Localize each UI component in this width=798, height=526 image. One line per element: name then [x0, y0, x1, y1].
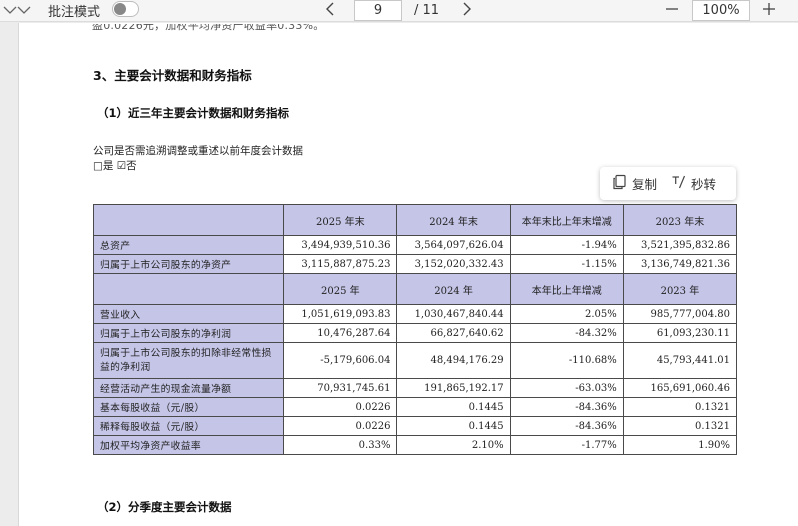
table-action-popup: 复制 秒转: [600, 167, 736, 200]
value-cell: 66,827,640.62: [396, 323, 511, 343]
value-cell: 191,865,192.17: [396, 378, 511, 398]
section-heading: 3、主要会计数据和财务指标: [93, 68, 252, 83]
header-cell: 2025 年末: [283, 204, 398, 236]
value-cell: -63.03%: [509, 378, 624, 398]
value-cell: -84.36%: [509, 416, 624, 436]
value-cell: 48,494,176.29: [396, 342, 511, 379]
table-row: 基本每股收益（元/股） 0.0226 0.1445 -84.36% 0.1321: [92, 397, 738, 417]
restatement-question: 公司是否需追溯调整或重述以前年度会计数据: [93, 145, 303, 157]
next-subsection-heading: （2）分季度主要会计数据: [97, 500, 232, 514]
minus-icon[interactable]: [663, 0, 681, 18]
chevron-right-icon[interactable]: [458, 0, 476, 18]
value-cell: -1.94%: [509, 235, 624, 255]
value-cell: -110.68%: [509, 342, 624, 379]
header-cell: 本年末比上年末增减: [509, 204, 624, 236]
value-cell: 3,136,749,821.36: [622, 254, 738, 274]
value-cell: 3,115,887,875.23: [283, 254, 398, 274]
chevron-left-icon[interactable]: [322, 0, 340, 18]
row-label: 总资产: [92, 235, 285, 255]
table-row: 归属于上市公司股东的净利润 10,476,287.64 66,827,640.6…: [92, 323, 738, 343]
value-cell: 0.1445: [396, 397, 511, 417]
value-cell: 0.33%: [283, 435, 398, 455]
table-row: 稀释每股收益（元/股） 0.0226 0.1445 -84.36% 0.1321: [92, 416, 738, 436]
value-cell: 1,030,467,840.44: [396, 304, 511, 324]
row-label: 归属于上市公司股东的净资产: [92, 254, 285, 274]
page-total: / 11: [414, 2, 440, 18]
value-cell: 3,494,939,510.36: [283, 235, 398, 255]
chevron-down-icon[interactable]: [2, 2, 32, 20]
header-cell: [92, 273, 285, 305]
table-row: 经营活动产生的现金流量净额 70,931,745.61 191,865,192.…: [92, 378, 738, 398]
cut-off-text-line: 盈0.0226元，加权平均净资产收益率0.33%。: [92, 24, 325, 32]
copy-label: 复制: [632, 177, 658, 192]
value-cell: 1,051,619,093.83: [283, 304, 398, 324]
table-header-row: 2025 年 2024 年 本年比上年增减 2023 年: [92, 273, 738, 305]
value-cell: 10,476,287.64: [283, 323, 398, 343]
value-cell: 3,521,395,832.86: [622, 235, 738, 255]
convert-button[interactable]: 秒转: [671, 174, 716, 193]
row-label: 基本每股收益（元/股）: [92, 397, 285, 417]
row-label: 稀释每股收益（元/股）: [92, 416, 285, 436]
convert-label: 秒转: [691, 177, 717, 192]
value-cell: 3,564,097,626.04: [396, 235, 511, 255]
header-cell: [92, 204, 285, 236]
value-cell: 45,793,441.01: [622, 342, 738, 379]
subsection-heading: （1）近三年主要会计数据和财务指标: [97, 106, 289, 120]
value-cell: 1.90%: [622, 435, 738, 455]
header-cell: 本年比上年增减: [509, 273, 624, 305]
page-number-input[interactable]: 9: [354, 0, 402, 21]
row-label: 加权平均净资产收益率: [92, 435, 285, 455]
header-cell: 2024 年末: [396, 204, 511, 236]
text-convert-icon: [671, 174, 687, 193]
table-header-row: 2025 年末 2024 年末 本年末比上年末增减 2023 年末: [92, 204, 738, 236]
value-cell: -84.32%: [509, 323, 624, 343]
row-label: 归属于上市公司股东的扣除非经常性损益的净利润: [92, 342, 285, 379]
row-label: 归属于上市公司股东的净利润: [92, 323, 285, 343]
value-cell: 0.1445: [396, 416, 511, 436]
header-cell: 2023 年末: [622, 204, 738, 236]
restatement-answer: □是 ☑否: [93, 160, 137, 172]
value-cell: -1.15%: [509, 254, 624, 274]
left-gutter: [0, 23, 18, 526]
row-label: 经营活动产生的现金流量净额: [92, 378, 285, 398]
value-cell: 2.10%: [396, 435, 511, 455]
value-cell: 70,931,745.61: [283, 378, 398, 398]
toggle-knob: [114, 3, 126, 15]
value-cell: 0.1321: [622, 416, 738, 436]
value-cell: 0.0226: [283, 416, 398, 436]
table-row: 营业收入 1,051,619,093.83 1,030,467,840.44 2…: [92, 304, 738, 324]
zoom-level-input[interactable]: 100%: [692, 0, 750, 21]
viewer-toolbar: 批注模式 9 / 11 100%: [0, 0, 798, 22]
annotation-mode-label: 批注模式: [48, 4, 101, 20]
value-cell: -84.36%: [509, 397, 624, 417]
value-cell: 165,691,060.46: [622, 378, 738, 398]
value-cell: -5,179,606.04: [283, 342, 398, 379]
value-cell: 3,152,020,332.43: [396, 254, 511, 274]
value-cell: 985,777,004.80: [622, 304, 738, 324]
row-label: 营业收入: [92, 304, 285, 324]
header-cell: 2025 年: [283, 273, 398, 305]
plus-icon[interactable]: [760, 0, 778, 18]
value-cell: -1.77%: [509, 435, 624, 455]
table-row: 总资产 3,494,939,510.36 3,564,097,626.04 -1…: [92, 235, 738, 255]
copy-button[interactable]: 复制: [612, 174, 657, 193]
copy-icon: [612, 174, 628, 193]
value-cell: 0.1321: [622, 397, 738, 417]
table-row: 归属于上市公司股东的净资产 3,115,887,875.23 3,152,020…: [92, 254, 738, 274]
financial-indicators-table: 2025 年末 2024 年末 本年末比上年末增减 2023 年末 总资产 3,…: [92, 204, 738, 455]
header-cell: 2024 年: [396, 273, 511, 305]
table-row: 归属于上市公司股东的扣除非经常性损益的净利润 -5,179,606.04 48,…: [92, 342, 738, 379]
header-cell: 2023 年: [622, 273, 738, 305]
value-cell: 61,093,230.11: [622, 323, 738, 343]
value-cell: 2.05%: [509, 304, 624, 324]
annotation-mode-toggle[interactable]: [112, 1, 139, 17]
table-row: 加权平均净资产收益率 0.33% 2.10% -1.77% 1.90%: [92, 435, 738, 455]
value-cell: 0.0226: [283, 397, 398, 417]
